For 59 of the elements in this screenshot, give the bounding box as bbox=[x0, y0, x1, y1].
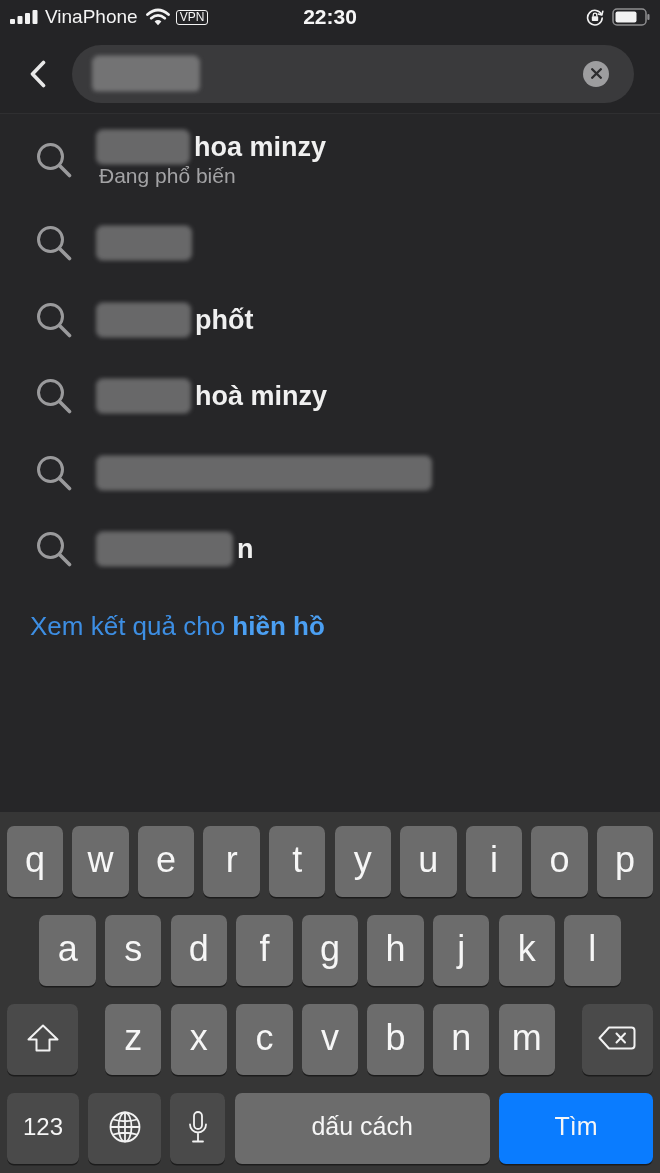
letter-key[interactable]: u bbox=[400, 826, 457, 897]
backspace-icon bbox=[598, 1025, 637, 1050]
letter-key[interactable]: y bbox=[334, 826, 391, 897]
globe-key[interactable] bbox=[88, 1093, 162, 1164]
search-icon bbox=[36, 531, 72, 568]
letter-key[interactable]: d bbox=[170, 915, 228, 986]
search-icon bbox=[36, 454, 72, 491]
search-icon bbox=[36, 141, 72, 178]
close-icon bbox=[590, 68, 602, 79]
letter-key[interactable]: e bbox=[137, 826, 195, 897]
search-icon bbox=[36, 378, 72, 415]
microphone-icon bbox=[187, 1110, 208, 1143]
search-icon bbox=[36, 225, 72, 262]
suggestion-subtitle: Đang phổ biến bbox=[99, 162, 237, 189]
letter-key[interactable]: w bbox=[72, 826, 129, 897]
letter-key[interactable]: z bbox=[105, 1004, 162, 1075]
shift-key[interactable] bbox=[7, 1004, 78, 1075]
letter-key[interactable]: h bbox=[367, 915, 424, 986]
letter-key[interactable]: l bbox=[564, 915, 621, 986]
clear-button[interactable] bbox=[583, 60, 609, 87]
vpn-indicator: VPN bbox=[175, 9, 209, 25]
letter-key[interactable]: m bbox=[498, 1004, 555, 1075]
letter-key[interactable]: v bbox=[301, 1004, 359, 1075]
suggestion-text[interactable]: hoa minzy bbox=[194, 130, 327, 163]
space-key[interactable]: dấu cách bbox=[234, 1093, 490, 1164]
wifi-icon bbox=[145, 8, 170, 26]
letter-key[interactable]: o bbox=[531, 826, 588, 897]
status-time: 22:30 bbox=[303, 5, 357, 29]
letter-key[interactable]: b bbox=[367, 1004, 424, 1075]
letter-key[interactable]: x bbox=[170, 1004, 228, 1075]
back-icon[interactable] bbox=[30, 59, 46, 88]
rotation-lock-icon bbox=[586, 8, 604, 26]
letter-key[interactable]: s bbox=[105, 915, 162, 986]
battery-icon bbox=[612, 8, 650, 26]
letter-key[interactable]: a bbox=[39, 915, 96, 986]
search-icon bbox=[36, 301, 72, 338]
suggestion-text[interactable]: hoà minzy bbox=[195, 380, 328, 413]
letter-key[interactable]: r bbox=[203, 826, 260, 897]
suggestion-text[interactable]: phốt bbox=[195, 303, 254, 336]
shift-icon bbox=[26, 1023, 59, 1052]
letter-key[interactable]: k bbox=[498, 915, 555, 986]
letter-key[interactable]: f bbox=[236, 915, 293, 986]
carrier-name: VinaPhone bbox=[45, 6, 138, 28]
letter-key[interactable]: q bbox=[6, 826, 64, 897]
delete-key[interactable] bbox=[582, 1004, 653, 1075]
see-results-link[interactable]: Xem kết quả cho hiền hồ bbox=[30, 609, 325, 642]
numbers-key[interactable]: 123 bbox=[7, 1093, 79, 1164]
suggestion-text[interactable]: n bbox=[237, 533, 254, 566]
letter-key[interactable]: i bbox=[465, 826, 523, 897]
letter-key[interactable]: g bbox=[301, 915, 359, 986]
globe-icon bbox=[108, 1110, 141, 1143]
search-key[interactable]: Tìm bbox=[499, 1093, 653, 1164]
letter-key[interactable]: p bbox=[596, 826, 654, 897]
signal-icon bbox=[10, 10, 38, 24]
letter-key[interactable]: t bbox=[269, 826, 326, 897]
dictation-key[interactable] bbox=[170, 1093, 226, 1164]
letter-key[interactable]: c bbox=[236, 1004, 293, 1075]
letter-key[interactable]: n bbox=[432, 1004, 490, 1075]
letter-key[interactable]: j bbox=[432, 915, 490, 986]
